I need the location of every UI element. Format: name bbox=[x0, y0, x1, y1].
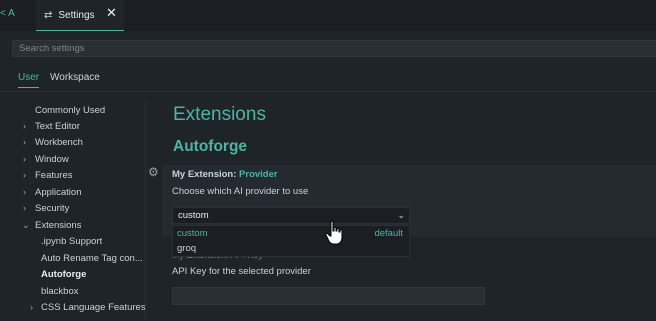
chevron-right-icon[interactable]: › bbox=[23, 137, 26, 147]
toc-item-auto-rename-tag[interactable]: Auto Rename Tag con... bbox=[41, 251, 144, 267]
settings-toc: Commonly Used › Text Editor › Workbench … bbox=[0, 102, 146, 321]
toc-item-autoforge[interactable]: Autoforge bbox=[41, 267, 86, 283]
chevron-down-icon[interactable]: ⌄ bbox=[22, 220, 30, 231]
chevron-right-icon[interactable]: › bbox=[23, 203, 26, 213]
toc-item-application[interactable]: Application bbox=[35, 185, 81, 201]
chevron-right-icon[interactable]: › bbox=[30, 302, 33, 312]
hand-pointer-cursor-icon bbox=[325, 220, 343, 245]
settings-scope-tabs: User Workspace bbox=[0, 66, 656, 92]
tab-settings-label: Settings bbox=[58, 9, 95, 21]
previous-tab[interactable]: < A bbox=[0, 8, 15, 19]
provider-dropdown-list: custom default groq bbox=[172, 225, 410, 257]
toc-item-security[interactable]: Security bbox=[35, 201, 69, 217]
group-title: Autoforge bbox=[173, 138, 248, 155]
settings-sliders-icon: ⇄ bbox=[44, 9, 53, 21]
section-title: Extensions bbox=[173, 104, 266, 125]
provider-setting-description: Choose which AI provider to use bbox=[172, 186, 309, 197]
chevron-down-icon: ⌄ bbox=[397, 210, 405, 220]
chevron-right-icon[interactable]: › bbox=[23, 170, 26, 180]
api-key-setting-description: API Key for the selected provider bbox=[172, 266, 311, 277]
toc-item-ipynb-support[interactable]: .ipynb Support bbox=[41, 234, 102, 250]
toc-item-commonly-used[interactable]: Commonly Used bbox=[35, 103, 105, 119]
tab-workspace[interactable]: Workspace bbox=[50, 72, 100, 83]
toc-item-css-language-features[interactable]: CSS Language Features bbox=[41, 300, 146, 316]
provider-select-value: custom bbox=[178, 210, 209, 221]
default-tag: default bbox=[374, 228, 403, 239]
api-key-input[interactable] bbox=[172, 287, 485, 305]
dropdown-option-custom[interactable]: custom bbox=[177, 228, 208, 239]
toc-item-window[interactable]: Window bbox=[35, 152, 69, 168]
toc-item-extensions[interactable]: Extensions bbox=[35, 218, 81, 234]
toc-item-text-editor[interactable]: Text Editor bbox=[35, 119, 80, 135]
chevron-right-icon[interactable]: › bbox=[23, 154, 26, 164]
toc-item-workbench[interactable]: Workbench bbox=[35, 135, 83, 151]
provider-select[interactable]: custom ⌄ bbox=[172, 207, 410, 224]
gear-icon[interactable]: ⚙ bbox=[148, 165, 159, 179]
chevron-right-icon[interactable]: › bbox=[23, 121, 26, 131]
setting-category-prefix: My Extension: bbox=[172, 169, 240, 180]
provider-setting-title: My Extension: Provider bbox=[172, 169, 278, 180]
setting-key: Provider bbox=[239, 169, 278, 180]
editor-tab-bar: < A ⇄ Settings ✕ bbox=[0, 0, 656, 31]
toc-item-blackbox[interactable]: blackbox bbox=[41, 284, 79, 300]
toc-item-features[interactable]: Features bbox=[35, 168, 73, 184]
chevron-right-icon[interactable]: › bbox=[23, 187, 26, 197]
toc-divider bbox=[145, 102, 146, 321]
close-icon[interactable]: ✕ bbox=[106, 6, 117, 20]
search-input[interactable]: Search settings bbox=[12, 40, 656, 57]
tab-user[interactable]: User bbox=[18, 72, 40, 88]
dropdown-option-groq[interactable]: groq bbox=[177, 243, 196, 254]
